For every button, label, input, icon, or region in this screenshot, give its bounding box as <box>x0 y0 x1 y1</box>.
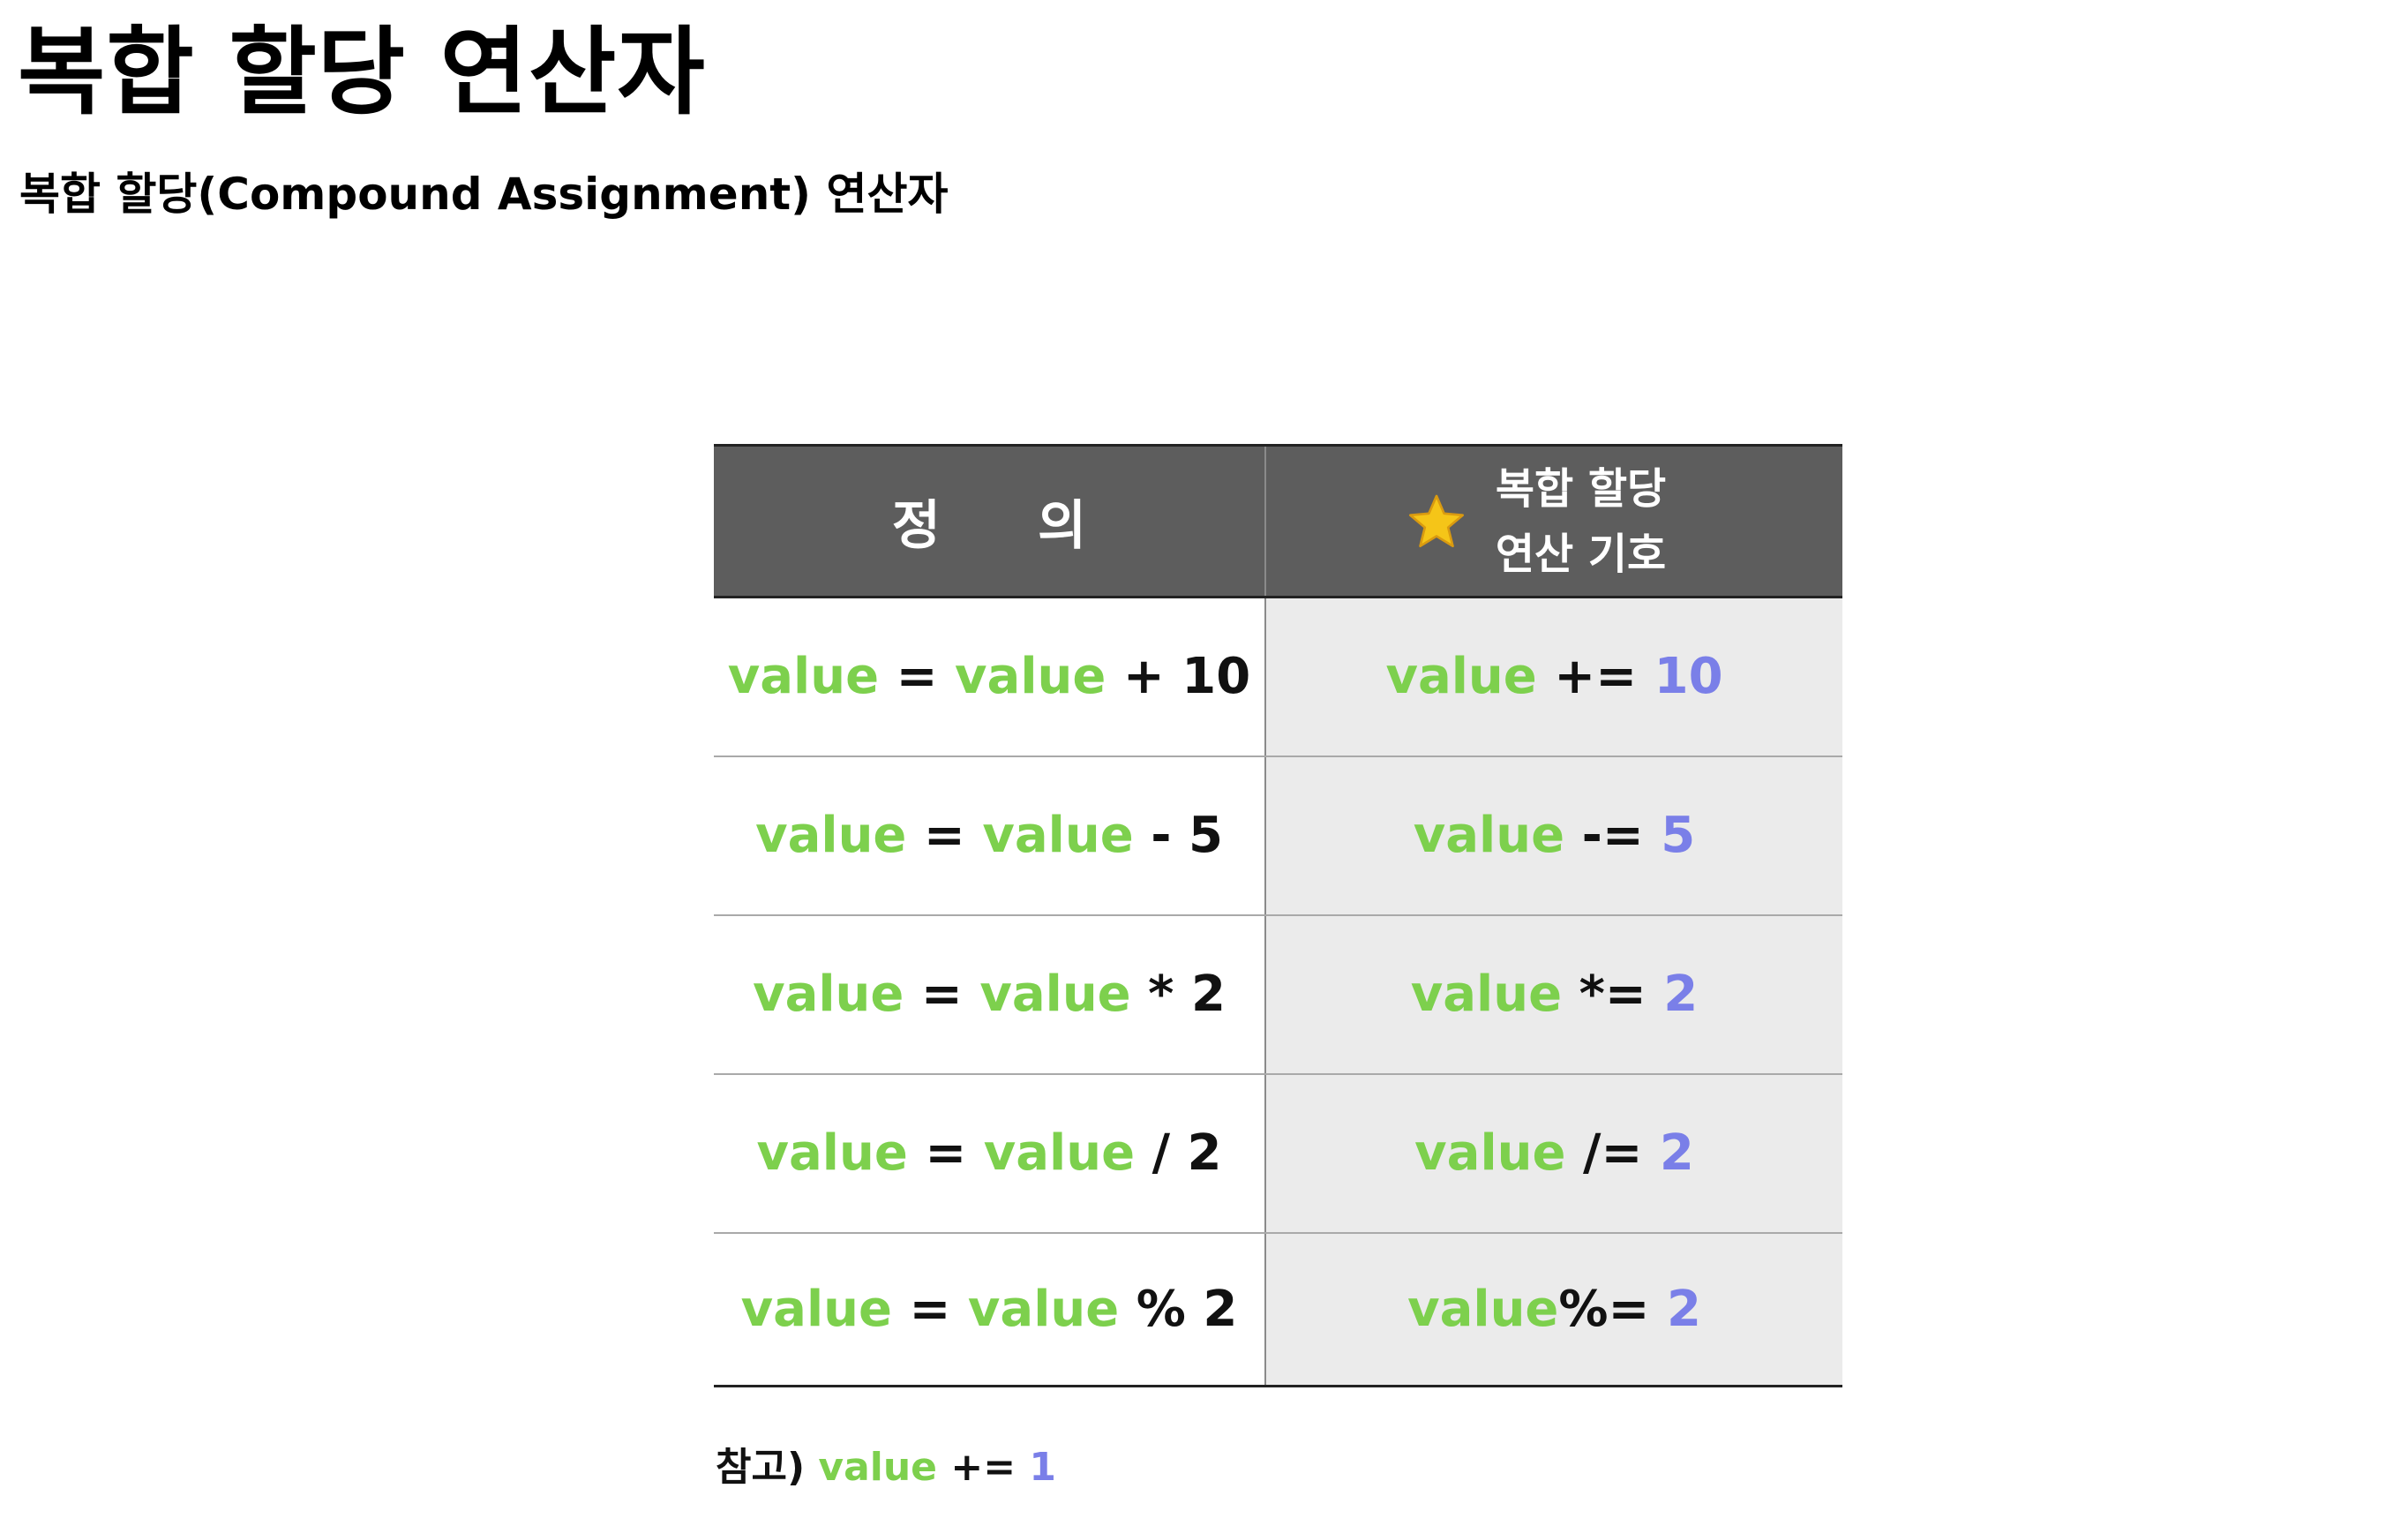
note-number: 1 <box>1029 1445 1057 1490</box>
table-row: value = value / 2 value /= 2 <box>714 1073 1842 1234</box>
definition-cell: value = value % 2 <box>714 1232 1266 1387</box>
operator: * <box>1148 966 1174 1023</box>
table-row: value = value + 10 value += 10 <box>714 597 1842 757</box>
page-title: 복합 할당 연산자 <box>18 18 706 128</box>
variable-name: value <box>755 807 907 864</box>
equals-sign: = <box>920 966 963 1023</box>
variable-name: value <box>955 648 1106 706</box>
operator: / <box>1151 1124 1171 1182</box>
definition-cell: value = value - 5 <box>714 755 1266 916</box>
note-variable: value <box>818 1445 938 1490</box>
definition-cell: value = value / 2 <box>714 1073 1266 1234</box>
header-symbol: 복합 할당 연산 기호 <box>1265 444 1842 598</box>
compound-operator: -= <box>1581 807 1644 864</box>
operand: 2 <box>1663 966 1699 1023</box>
variable-name: value <box>727 648 880 706</box>
variable-name: value <box>982 807 1134 864</box>
variable-name: value <box>1410 966 1563 1023</box>
compound-assignment-table: 정 의 복합 할당 연산 기호 value = value + 10 value… <box>714 444 1842 1387</box>
header-symbol-line-1: 복합 할당 <box>1495 463 1667 514</box>
star-icon <box>1408 494 1464 547</box>
compound-cell: value *= 2 <box>1265 914 1842 1075</box>
operand: 2 <box>1203 1280 1238 1338</box>
compound-operator: /= <box>1583 1124 1643 1182</box>
operand: 2 <box>1190 966 1226 1023</box>
operand: 5 <box>1661 807 1696 864</box>
variable-name: value <box>983 1124 1136 1182</box>
equals-sign: = <box>923 807 965 864</box>
header-symbol-line-2: 연산 기호 <box>1495 529 1667 579</box>
compound-operator: %= <box>1558 1280 1650 1338</box>
operator: + <box>1122 648 1165 706</box>
operator: % <box>1136 1280 1186 1338</box>
variable-name: value <box>753 966 904 1023</box>
variable-name: value <box>967 1280 1120 1338</box>
variable-name: value <box>1407 1280 1559 1338</box>
equals-sign: = <box>896 648 938 706</box>
compound-cell: value /= 2 <box>1265 1073 1842 1234</box>
equals-sign: = <box>909 1280 951 1338</box>
compound-cell: value += 10 <box>1265 597 1842 757</box>
operand: 2 <box>1666 1280 1701 1338</box>
reference-note: 참고) value += 1 <box>716 1435 1056 1492</box>
variable-name: value <box>979 966 1131 1023</box>
equals-sign: = <box>925 1124 967 1182</box>
compound-operator: *= <box>1579 966 1647 1023</box>
operator: - <box>1151 807 1172 864</box>
variable-name: value <box>1414 1124 1566 1182</box>
operand: 2 <box>1187 1124 1222 1182</box>
variable-name: value <box>1413 807 1565 864</box>
note-operator: += <box>950 1445 1016 1490</box>
operand: 2 <box>1659 1124 1694 1182</box>
header-definition-char-2: 의 <box>1038 495 1087 557</box>
compound-cell: value -= 5 <box>1265 755 1842 916</box>
operand: 10 <box>1181 648 1251 706</box>
variable-name: value <box>1385 648 1537 706</box>
table-row: value = value % 2 value%= 2 <box>714 1232 1842 1387</box>
page-subtitle: 복합 할당(Compound Assignment) 연산자 <box>19 169 949 220</box>
compound-cell: value%= 2 <box>1265 1232 1842 1387</box>
operand: 5 <box>1188 807 1223 864</box>
definition-cell: value = value * 2 <box>714 914 1266 1075</box>
table-header-row: 정 의 복합 할당 연산 기호 <box>714 444 1842 598</box>
header-definition-char-1: 정 <box>891 495 941 557</box>
compound-operator: += <box>1554 648 1638 706</box>
variable-name: value <box>756 1124 908 1182</box>
table-row: value = value * 2 value *= 2 <box>714 914 1842 1075</box>
definition-cell: value = value + 10 <box>714 597 1266 757</box>
operand: 10 <box>1654 648 1723 706</box>
header-definition: 정 의 <box>714 444 1266 598</box>
note-label: 참고) <box>716 1445 806 1490</box>
table-row: value = value - 5 value -= 5 <box>714 755 1842 916</box>
variable-name: value <box>740 1280 892 1338</box>
